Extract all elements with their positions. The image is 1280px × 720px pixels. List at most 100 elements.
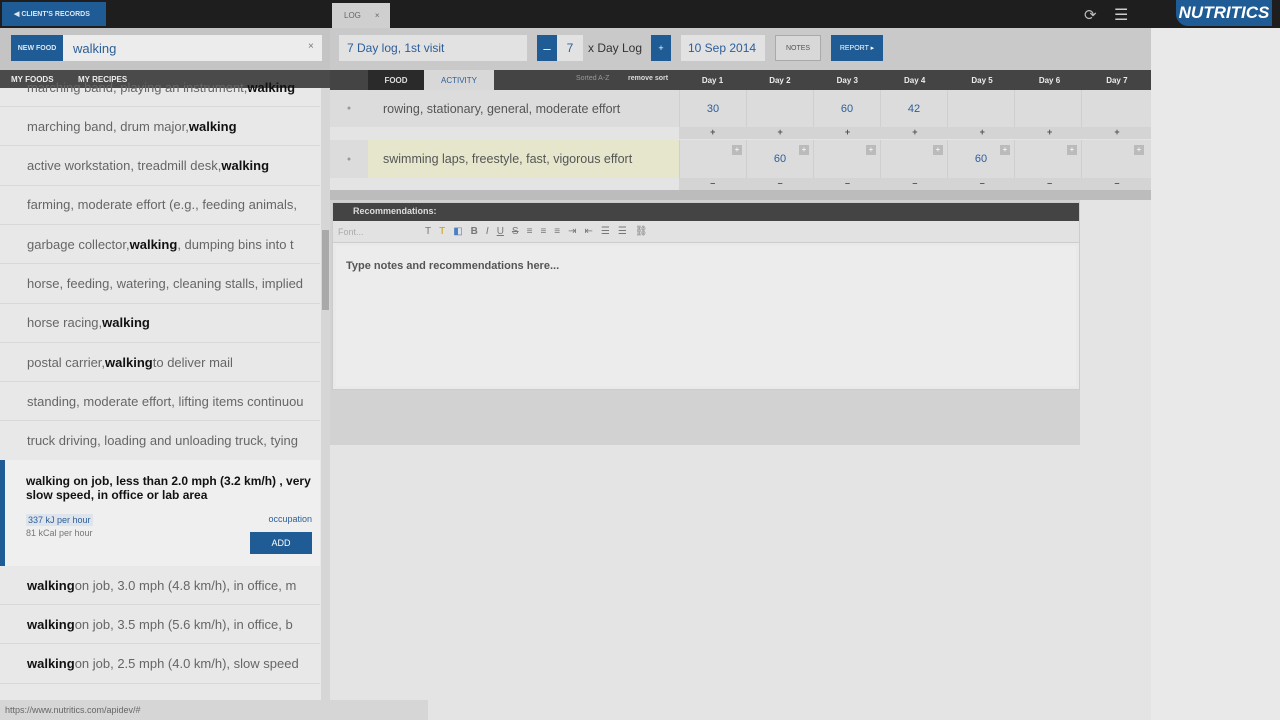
add-icon[interactable]: + — [933, 145, 943, 155]
align-left-icon[interactable]: ≡ — [527, 226, 533, 237]
add-icon[interactable]: + — [1067, 145, 1077, 155]
clients-records-button[interactable]: ◀ CLIENT'S RECORDS — [2, 2, 106, 26]
tab-label: LOG — [344, 11, 361, 20]
bold-icon[interactable]: B — [471, 226, 478, 237]
list-item[interactable]: walking on job, 3.0 mph (4.8 km/h), in o… — [0, 566, 320, 605]
day-value-cell[interactable]: 60 + — [746, 140, 813, 178]
italic-icon[interactable]: I — [486, 226, 489, 237]
item-text: marching band, playing an instrument, — [27, 79, 248, 95]
status-bar-url: https://www.nutritics.com/apidev/# — [0, 700, 428, 720]
list-item[interactable]: horse, feeding, watering, cleaning stall… — [0, 265, 320, 304]
new-food-button[interactable]: NEW FOOD — [11, 35, 63, 61]
day-value-cell[interactable]: 60 + — [947, 140, 1014, 178]
decrement-icon[interactable]: – — [1083, 178, 1150, 190]
notes-button[interactable]: NOTES — [775, 35, 821, 61]
item-keyword: walking — [102, 315, 150, 331]
increase-days-button[interactable]: + — [651, 35, 671, 61]
decrement-icon[interactable]: – — [1016, 178, 1083, 190]
bullet-list-icon[interactable]: ☰ — [601, 226, 610, 237]
list-item[interactable]: marching band, playing an instrument, wa… — [0, 68, 320, 107]
decrement-icon[interactable]: – — [814, 178, 881, 190]
list-item[interactable]: garbage collector, walking, dumping bins… — [0, 225, 320, 265]
add-icon[interactable]: + — [866, 145, 876, 155]
log-name-input[interactable]: 7 Day log, 1st visit — [339, 35, 527, 61]
report-button[interactable]: REPORT ▸ — [831, 35, 883, 61]
tab-activity[interactable]: ACTIVITY — [424, 70, 494, 90]
row-decrement-bar: – – – – – – – — [679, 178, 1151, 190]
link-icon[interactable]: ⛓ — [635, 226, 648, 237]
list-item[interactable]: horse racing, walking — [0, 304, 320, 343]
add-icon[interactable]: + — [799, 145, 809, 155]
activity-name[interactable]: rowing, stationary, general, moderate ef… — [368, 90, 679, 127]
row-expand-icon[interactable]: ● — [330, 90, 368, 127]
search-input[interactable] — [63, 35, 322, 61]
table-scrollbar[interactable] — [330, 190, 1151, 200]
increment-icon[interactable]: + — [881, 127, 948, 139]
strikethrough-icon[interactable]: S — [512, 226, 519, 237]
increment-icon[interactable]: + — [679, 127, 746, 139]
days-input[interactable]: 7 — [557, 35, 583, 61]
clear-search-icon[interactable]: × — [308, 41, 314, 52]
scrollbar-thumb[interactable] — [322, 230, 329, 310]
tab-food[interactable]: FOOD — [368, 70, 424, 90]
underline-icon[interactable]: U — [497, 226, 504, 237]
text-color-icon[interactable]: T — [439, 226, 445, 237]
item-text: horse, feeding, watering, cleaning stall… — [27, 276, 304, 291]
item-text: on job, 2.5 mph (4.0 km/h), slow speed — [74, 656, 299, 672]
hamburger-icon[interactable]: ☰ — [1114, 5, 1128, 25]
list-item[interactable]: standing, moderate effort, lifting items… — [0, 382, 320, 422]
remove-sort-link[interactable]: remove sort — [628, 75, 668, 82]
decrement-icon[interactable]: – — [679, 178, 746, 190]
date-input[interactable]: 10 Sep 2014 — [681, 35, 765, 61]
list-item[interactable]: walking on job, 3.5 mph (5.6 km/h), in o… — [0, 605, 320, 645]
day-value-cell[interactable]: + — [679, 140, 746, 178]
add-icon[interactable]: + — [1000, 145, 1010, 155]
recommendations-textarea[interactable]: Type notes and recommendations here... — [336, 246, 1076, 386]
add-button[interactable]: ADD — [250, 532, 312, 554]
outdent-icon[interactable]: ⇤ — [585, 226, 593, 237]
align-right-icon[interactable]: ≡ — [554, 226, 560, 237]
decrement-icon[interactable]: – — [949, 178, 1016, 190]
selected-list-item[interactable]: walking on job, less than 2.0 mph (3.2 k… — [0, 460, 320, 566]
day-value-cell[interactable]: 60 — [813, 90, 880, 127]
decrease-days-button[interactable]: – — [537, 35, 557, 61]
bg-color-icon[interactable]: ◧ — [453, 226, 462, 237]
increment-icon[interactable]: + — [746, 127, 813, 139]
activity-name[interactable]: swimming laps, freestyle, fast, vigorous… — [368, 140, 679, 178]
row-expand-icon[interactable]: ● — [330, 140, 368, 178]
list-item[interactable]: farming, moderate effort (e.g., feeding … — [0, 186, 320, 225]
increment-icon[interactable]: + — [1016, 127, 1083, 139]
list-item[interactable]: postal carrier, walking to deliver mail — [0, 343, 320, 383]
list-item[interactable]: marching band, drum major, walking — [0, 107, 320, 147]
day-value-cell[interactable]: 42 — [880, 90, 947, 127]
day-value-cell[interactable]: + — [880, 140, 947, 178]
item-text: , dumping bins into t — [177, 236, 294, 252]
day-value-cell[interactable] — [746, 90, 813, 127]
decrement-icon[interactable]: – — [881, 178, 948, 190]
day-value-cell[interactable]: + — [1081, 140, 1148, 178]
day-value-cell[interactable]: + — [813, 140, 880, 178]
refresh-icon[interactable]: ⟳ — [1084, 6, 1097, 24]
day-value-cell[interactable] — [1014, 90, 1081, 127]
list-item[interactable]: truck driving, loading and unloading tru… — [0, 422, 320, 461]
increment-icon[interactable]: + — [949, 127, 1016, 139]
list-item[interactable]: walking on job, 2.5 mph (4.0 km/h), slow… — [0, 645, 320, 684]
increment-icon[interactable]: + — [1083, 127, 1150, 139]
add-icon[interactable]: + — [732, 145, 742, 155]
day-value-cell[interactable] — [1081, 90, 1148, 127]
add-icon[interactable]: + — [1134, 145, 1144, 155]
increment-icon[interactable]: + — [814, 127, 881, 139]
numbered-list-icon[interactable]: ☰ — [618, 226, 627, 237]
decrement-icon[interactable]: – — [746, 178, 813, 190]
day-value-cell[interactable] — [947, 90, 1014, 127]
close-icon[interactable]: × — [375, 11, 380, 20]
format-icon[interactable]: T — [425, 226, 431, 237]
indent-icon[interactable]: ⇥ — [568, 226, 576, 237]
list-item[interactable]: active workstation, treadmill desk, walk… — [0, 147, 320, 186]
day-value-cell[interactable]: + — [1014, 140, 1081, 178]
font-select[interactable]: Font... — [338, 227, 425, 237]
list-scrollbar[interactable] — [321, 88, 330, 700]
tab-log[interactable]: LOG × — [332, 3, 390, 28]
align-center-icon[interactable]: ≡ — [540, 226, 546, 237]
day-value-cell[interactable]: 30 — [679, 90, 746, 127]
